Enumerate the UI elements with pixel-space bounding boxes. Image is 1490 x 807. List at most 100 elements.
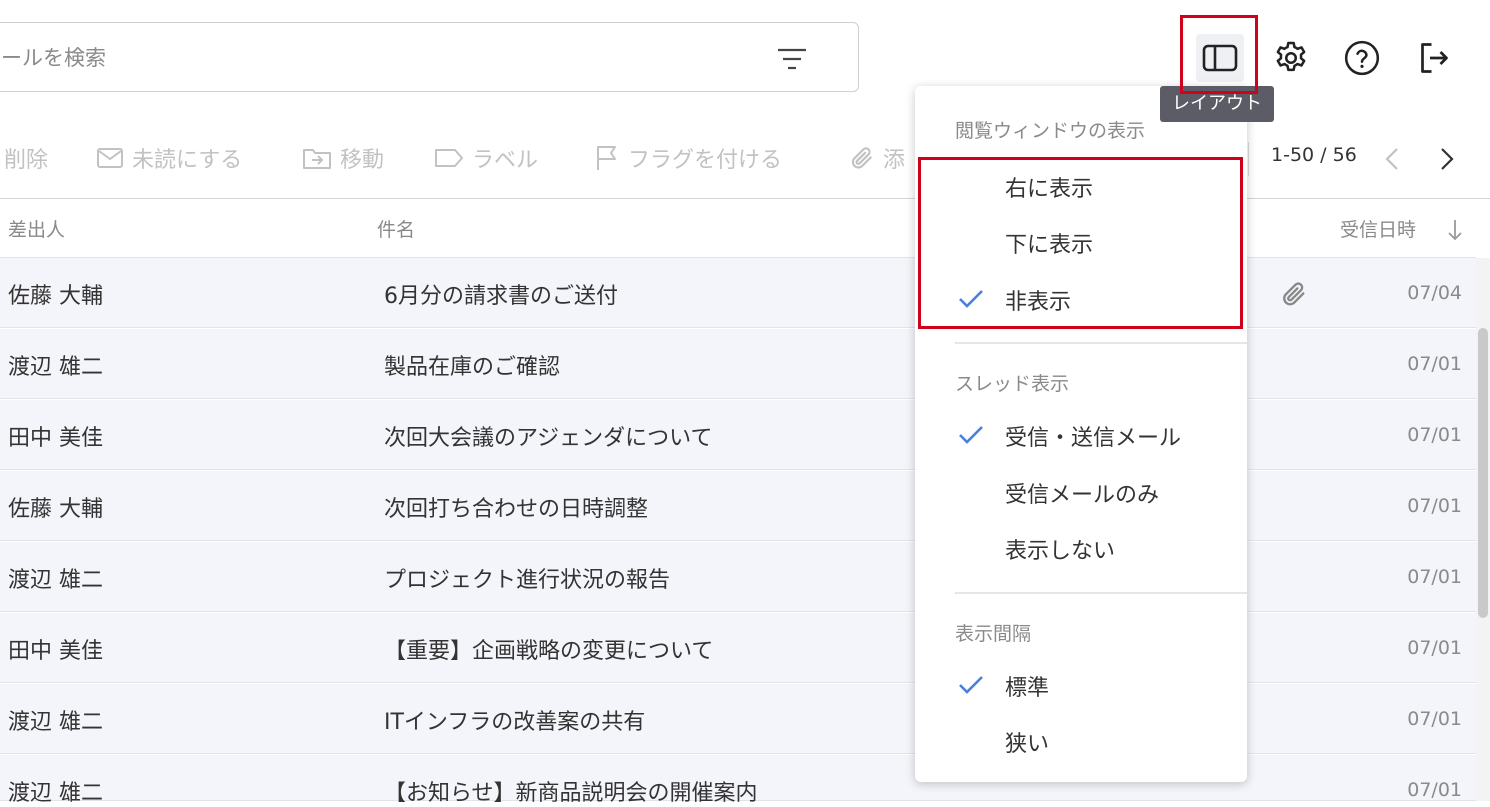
check-icon — [959, 426, 983, 444]
email-sender: 佐藤 大輔 — [8, 284, 103, 309]
email-row[interactable]: 田中 美佳 次回大会議のアジェンダについて 07/01 — [0, 400, 1476, 470]
move-label: 移動 — [340, 148, 385, 173]
email-date: 07/01 — [1407, 495, 1462, 517]
search-box — [0, 22, 859, 92]
help-icon — [1344, 40, 1380, 76]
chevron-right-icon — [1441, 148, 1454, 170]
next-page-button[interactable] — [1432, 142, 1462, 176]
prev-page-button[interactable] — [1377, 142, 1407, 176]
filter-icon — [778, 48, 806, 70]
density-heading: 表示間隔 — [955, 623, 1032, 645]
email-sender: 佐藤 大輔 — [8, 497, 103, 522]
menu-item-label: 右に表示 — [1005, 177, 1094, 202]
email-row[interactable]: 渡辺 雄二 プロジェクト進行状況の報告 07/01 — [0, 542, 1476, 612]
mark-unread-button[interactable]: 未読にする — [96, 142, 242, 174]
mail-icon — [97, 148, 123, 168]
email-row[interactable]: 渡辺 雄二 製品在庫のご確認 07/01 — [0, 329, 1476, 399]
help-button[interactable] — [1338, 34, 1386, 82]
check-icon — [959, 290, 983, 308]
email-subject: プロジェクト進行状況の報告 — [384, 568, 671, 593]
flag-label: フラグを付ける — [628, 148, 783, 173]
delete-button[interactable]: 削除 — [4, 142, 48, 174]
menu-item-thread-none[interactable]: 表示しない — [915, 523, 1247, 573]
menu-divider — [955, 592, 1247, 594]
label-icon — [435, 149, 463, 167]
layout-button[interactable] — [1196, 34, 1244, 82]
settings-button[interactable] — [1267, 34, 1315, 82]
attachment-icon — [1283, 282, 1305, 306]
reading-pane-heading: 閲覧ウィンドウの表示 — [955, 120, 1146, 142]
attach-button[interactable]: 添 — [849, 142, 905, 174]
email-date: 07/04 — [1407, 282, 1462, 304]
column-header: 差出人 件名 受信日時 — [0, 199, 1476, 258]
flag-button[interactable]: フラグを付ける — [594, 142, 782, 174]
email-sender: 田中 美佳 — [8, 426, 103, 451]
layout-menu: 閲覧ウィンドウの表示 右に表示 下に表示 非表示 スレッド表示 受信・送信メール… — [915, 86, 1247, 782]
email-row[interactable]: 渡辺 雄二 ITインフラの改善案の共有 07/01 — [0, 684, 1476, 754]
delete-label: 削除 — [4, 148, 49, 173]
mark-unread-label: 未読にする — [132, 148, 243, 173]
pager-divider — [1248, 142, 1249, 176]
column-subject[interactable]: 件名 — [377, 215, 415, 242]
menu-item-label: 表示しない — [1005, 539, 1116, 564]
email-sender: 渡辺 雄二 — [8, 710, 103, 735]
email-row[interactable]: 田中 美佳 【重要】企画戦略の変更について 07/01 — [0, 613, 1476, 683]
menu-item-label: 受信メールのみ — [1005, 483, 1160, 508]
email-sender: 渡辺 雄二 — [8, 355, 103, 380]
menu-item-reading-bottom[interactable]: 下に表示 — [915, 217, 1247, 267]
list-scrollbar[interactable] — [1476, 258, 1490, 801]
menu-divider — [955, 342, 1247, 344]
email-date: 07/01 — [1407, 779, 1462, 801]
menu-item-label: 受信・送信メール — [1005, 426, 1182, 451]
menu-item-thread-received[interactable]: 受信メールのみ — [915, 467, 1247, 517]
menu-item-density-standard[interactable]: 標準 — [915, 660, 1247, 710]
pager-range: 1-50 / 56 — [1271, 144, 1357, 166]
chevron-left-icon — [1385, 148, 1398, 170]
gear-icon — [1276, 41, 1306, 72]
email-sender: 渡辺 雄二 — [8, 568, 103, 593]
menu-item-reading-right[interactable]: 右に表示 — [915, 161, 1247, 211]
email-subject: 【お知らせ】新商品説明会の開催案内 — [384, 781, 758, 806]
email-subject: 次回大会議のアジェンダについて — [384, 426, 713, 451]
logout-button[interactable] — [1409, 34, 1457, 82]
email-date: 07/01 — [1407, 566, 1462, 588]
thread-heading: スレッド表示 — [955, 373, 1070, 395]
filter-button[interactable] — [774, 45, 810, 73]
move-button[interactable]: 移動 — [302, 142, 384, 174]
email-row[interactable]: 渡辺 雄二 【お知らせ】新商品説明会の開催案内 07/01 — [0, 755, 1476, 806]
paperclip-icon — [851, 147, 872, 169]
menu-item-label: 下に表示 — [1005, 233, 1094, 258]
menu-item-thread-all[interactable]: 受信・送信メール — [915, 410, 1247, 460]
email-row[interactable]: 佐藤 大輔 6月分の請求書のご送付 07/04 — [0, 258, 1476, 328]
menu-item-label: 非表示 — [1005, 290, 1072, 315]
email-date: 07/01 — [1407, 424, 1462, 446]
layout-tooltip: レイアウト — [1160, 86, 1274, 122]
menu-item-reading-hidden[interactable]: 非表示 — [915, 274, 1247, 324]
column-received[interactable]: 受信日時 — [1340, 215, 1416, 242]
check-icon — [959, 676, 983, 694]
email-subject: 【重要】企画戦略の変更について — [384, 639, 714, 664]
email-sender: 田中 美佳 — [8, 639, 103, 664]
label-button[interactable]: ラベル — [434, 142, 538, 174]
email-subject: ITインフラの改善案の共有 — [384, 710, 646, 735]
attach-label: 添 — [883, 148, 906, 173]
menu-item-label: 狭い — [1005, 732, 1050, 757]
email-subject: 6月分の請求書のご送付 — [384, 284, 618, 309]
email-date: 07/01 — [1407, 353, 1462, 375]
layout-icon — [1202, 44, 1238, 72]
email-date: 07/01 — [1407, 637, 1462, 659]
sort-down-icon[interactable] — [1446, 217, 1464, 243]
search-input[interactable] — [0, 37, 763, 79]
email-subject: 製品在庫のご確認 — [384, 355, 561, 380]
label-label: ラベル — [472, 148, 539, 173]
action-toolbar: 削除 未読にする 移動 ラベル フラグを付ける 添 1-50 / 56 — [0, 118, 1490, 199]
email-date: 07/01 — [1407, 708, 1462, 730]
menu-item-label: 標準 — [1005, 676, 1050, 701]
flag-icon — [597, 146, 616, 170]
email-sender: 渡辺 雄二 — [8, 781, 103, 806]
email-row[interactable]: 佐藤 大輔 次回打ち合わせの日時調整 07/01 — [0, 471, 1476, 541]
scrollbar-thumb[interactable] — [1478, 328, 1488, 618]
menu-item-density-compact[interactable]: 狭い — [915, 716, 1247, 766]
email-subject: 次回打ち合わせの日時調整 — [384, 497, 649, 522]
column-sender[interactable]: 差出人 — [8, 215, 65, 242]
